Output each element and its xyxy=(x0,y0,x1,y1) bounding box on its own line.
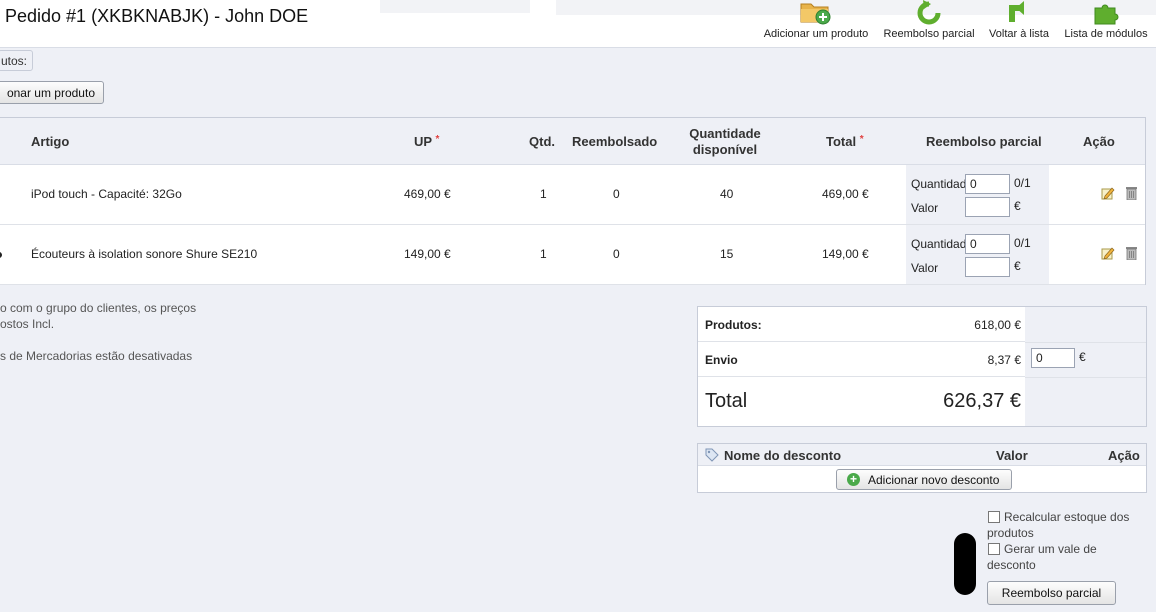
totals-row-products: Produtos: 618,00 € xyxy=(698,307,1025,342)
refund-value-input[interactable] xyxy=(965,197,1010,217)
add-product-toolbar-button[interactable]: Adicionar um produto xyxy=(762,0,870,44)
add-product-button[interactable]: onar um produto xyxy=(0,81,104,104)
column-header-refunded: Reembolsado xyxy=(572,134,658,149)
unit-price: 149,00 € xyxy=(404,247,451,261)
totals-panel: Produtos: 618,00 € Envio 8,37 € 0 € Tota… xyxy=(697,306,1147,427)
row-divider xyxy=(1025,377,1146,378)
product-name: Écouteurs à isolation sonore Shure SE210 xyxy=(31,247,258,261)
column-header-article: Artigo xyxy=(31,134,70,149)
refunded-quantity: 0 xyxy=(613,247,620,261)
add-discount-button[interactable]: + Adicionar novo desconto xyxy=(836,469,1012,490)
refund-qty-input[interactable]: 0 xyxy=(965,234,1010,254)
module-list-toolbar-label: Lista de módulos xyxy=(1064,28,1148,40)
page-title: Pedido #1 (XKBKNABJK) - John DOE xyxy=(5,6,309,26)
back-to-list-toolbar-button[interactable]: Voltar à lista xyxy=(986,0,1052,44)
column-header-partial-refund: Reembolso parcial xyxy=(926,134,1042,149)
folder-add-icon xyxy=(800,3,831,25)
products-table: Artigo UP * Qtd. Reembolsado Quantidade … xyxy=(0,117,1146,285)
product-thumbnail xyxy=(0,252,2,258)
discounts-panel: Nome do desconto Valor Ação + Adicionar … xyxy=(697,443,1147,493)
edit-icon[interactable] xyxy=(1101,246,1115,260)
puzzle-icon xyxy=(1094,4,1119,25)
partial-refund-toolbar-label: Reembolso parcial xyxy=(883,28,975,40)
currency-symbol: € xyxy=(1014,199,1021,213)
totals-row-grand-total: Total 626,37 € xyxy=(698,377,1025,426)
tax-note-line: o com o grupo do clientes, os preços xyxy=(0,301,197,315)
products-total-value: 618,00 € xyxy=(974,318,1021,332)
partial-refund-toolbar-button[interactable]: Reembolso parcial xyxy=(882,0,976,44)
available-quantity: 40 xyxy=(720,187,734,201)
page-header: Pedido #1 (XKBKNABJK) - John DOE Adicion… xyxy=(0,0,1156,48)
products-legend: utos: xyxy=(0,50,34,71)
delete-icon[interactable] xyxy=(1126,186,1137,200)
discount-action-header: Ação xyxy=(1108,448,1140,463)
voucher-label-cont: desconto xyxy=(987,558,1036,572)
refund-qty-label: Quantidade xyxy=(911,237,969,251)
product-name: iPod touch - Capacité: 32Go xyxy=(31,187,182,201)
voucher-label: Gerar um vale de xyxy=(1004,542,1097,556)
quantity: 1 xyxy=(540,247,547,261)
currency-symbol: € xyxy=(1014,259,1021,273)
quantity: 1 xyxy=(540,187,547,201)
refund-qty-input[interactable]: 0 xyxy=(965,174,1010,194)
plus-icon: + xyxy=(847,473,860,486)
shipping-value: 8,37 € xyxy=(987,353,1021,367)
column-header-unit-price: UP * xyxy=(414,134,440,149)
back-to-list-toolbar-label: Voltar à lista xyxy=(989,28,1049,40)
grand-total-value: 626,37 € xyxy=(943,390,1021,412)
grand-total-label: Total xyxy=(705,390,748,412)
refund-value-label: Valor xyxy=(911,261,939,275)
available-quantity: 15 xyxy=(720,247,734,261)
restock-label-cont: produtos xyxy=(987,526,1034,540)
column-header-total: Total * xyxy=(826,134,864,149)
products-total-label: Produtos: xyxy=(705,318,762,332)
table-header: Artigo UP * Qtd. Reembolsado Quantidade … xyxy=(0,118,1145,165)
discount-name-header: Nome do desconto xyxy=(724,448,842,463)
delete-icon[interactable] xyxy=(1126,246,1137,260)
currency-symbol: € xyxy=(1079,350,1086,364)
row-divider xyxy=(1025,342,1146,343)
table-row: iPod touch - Capacité: 32Go 469,00 € 1 0… xyxy=(0,165,1145,225)
required-mark: * xyxy=(859,134,864,145)
required-mark: * xyxy=(435,134,440,145)
shipping-label: Envio xyxy=(705,353,738,367)
voucher-checkbox[interactable] xyxy=(988,543,1000,555)
partial-refund-cell: Quantidade 0 0/1 Valor € xyxy=(906,225,1049,284)
column-header-qty: Qtd. xyxy=(529,134,555,149)
refund-value-label: Valor xyxy=(911,201,939,215)
tax-note-line: ostos Incl. xyxy=(0,317,55,331)
edit-icon[interactable] xyxy=(1101,186,1115,200)
add-product-toolbar-label: Adicionar um produto xyxy=(763,28,869,40)
refund-value-input[interactable] xyxy=(965,257,1010,277)
column-header-action: Ação xyxy=(1083,134,1115,149)
partial-refund-submit-button[interactable]: Reembolso parcial xyxy=(987,581,1116,605)
header-shade xyxy=(380,0,530,13)
merchandise-return-note: s de Mercadorias estão desativadas xyxy=(0,349,193,363)
refund-qty-label: Quantidade xyxy=(911,177,969,191)
table-row: Écouteurs à isolation sonore Shure SE210… xyxy=(0,225,1145,285)
module-list-toolbar-button[interactable]: Lista de módulos xyxy=(1062,0,1150,44)
discount-value-header: Valor xyxy=(996,448,1028,463)
line-total: 469,00 € xyxy=(822,187,869,201)
redaction-mark xyxy=(957,545,975,590)
column-header-available: Quantidade disponível xyxy=(689,126,761,157)
partial-refund-cell: Quantidade 0 0/1 Valor € xyxy=(906,165,1049,224)
shipping-refund-input[interactable]: 0 xyxy=(1031,348,1075,368)
refund-qty-max: 0/1 xyxy=(1014,176,1031,190)
refresh-arrow-icon xyxy=(917,0,941,25)
back-arrow-icon xyxy=(1009,1,1024,22)
discounts-header: Nome do desconto Valor Ação xyxy=(698,444,1146,466)
refund-qty-max: 0/1 xyxy=(1014,236,1031,250)
restock-checkbox[interactable] xyxy=(988,511,1000,523)
unit-price: 469,00 € xyxy=(404,187,451,201)
line-total: 149,00 € xyxy=(822,247,869,261)
tag-icon xyxy=(705,448,719,462)
refunded-quantity: 0 xyxy=(613,187,620,201)
totals-row-shipping: Envio 8,37 € xyxy=(698,342,1025,377)
restock-label: Recalcular estoque dos xyxy=(1004,510,1130,524)
